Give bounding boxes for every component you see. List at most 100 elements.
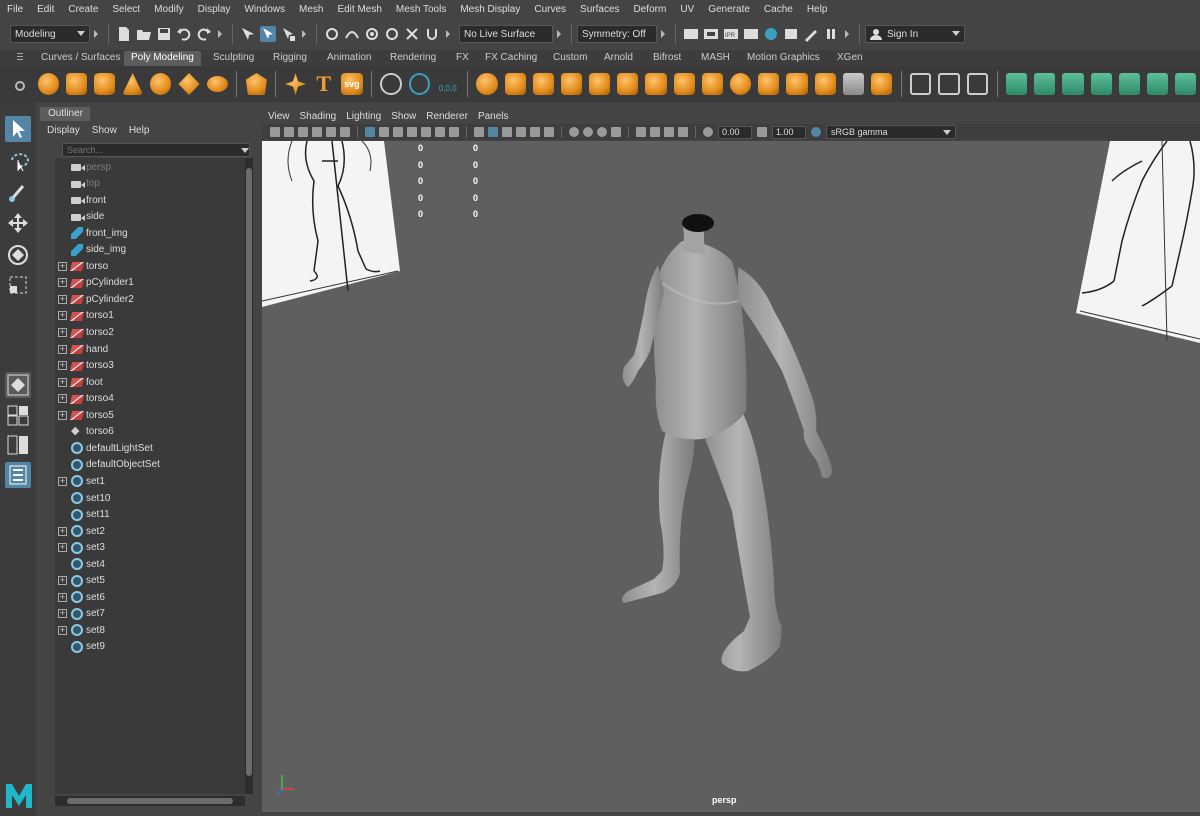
shelf-tab-curves-surfaces[interactable]: Curves / Surfaces bbox=[34, 51, 127, 66]
shelf-tab-arnold[interactable]: Arnold bbox=[597, 51, 640, 66]
outliner-item[interactable]: + set2 bbox=[55, 523, 245, 539]
separate-icon[interactable] bbox=[504, 73, 526, 95]
expand-icon[interactable]: + bbox=[58, 526, 67, 536]
grid-toggle-icon[interactable] bbox=[365, 127, 375, 137]
outliner-vertical-scrollbar[interactable] bbox=[245, 158, 253, 794]
outliner-item[interactable]: top bbox=[55, 176, 245, 192]
connect-icon[interactable] bbox=[966, 73, 989, 95]
collapse-toggle-icon[interactable] bbox=[556, 27, 563, 41]
shelf-tab-rigging[interactable]: Rigging bbox=[266, 51, 314, 66]
uv-automatic-icon[interactable] bbox=[1006, 73, 1028, 95]
collapse-toggle-icon[interactable] bbox=[445, 27, 452, 41]
smooth-shade-icon[interactable] bbox=[488, 127, 498, 137]
outliner-menu-display[interactable]: Display bbox=[47, 125, 80, 136]
color-management-icon[interactable] bbox=[811, 127, 821, 137]
outliner-horizontal-scrollbar[interactable] bbox=[55, 796, 245, 806]
outliner-menu-show[interactable]: Show bbox=[92, 125, 117, 136]
paint-select-tool-button[interactable] bbox=[5, 180, 31, 206]
menu-select[interactable]: Select bbox=[105, 4, 147, 15]
outliner-item[interactable]: torso6 bbox=[55, 424, 245, 440]
poly-cube-icon[interactable] bbox=[65, 73, 87, 95]
live-surface-field[interactable]: No Live Surface bbox=[459, 25, 553, 43]
snap-grid-icon[interactable] bbox=[324, 26, 340, 42]
menu-file[interactable]: File bbox=[0, 4, 30, 15]
expand-icon[interactable]: + bbox=[58, 261, 67, 271]
uv-editor-icon[interactable] bbox=[1175, 73, 1197, 95]
smooth-icon[interactable] bbox=[560, 73, 583, 95]
outliner-item[interactable]: side_img bbox=[55, 242, 245, 258]
collapse-toggle-icon[interactable] bbox=[844, 27, 851, 41]
open-scene-icon[interactable] bbox=[136, 26, 152, 42]
panel-menu-shading[interactable]: Shading bbox=[300, 111, 337, 122]
multisample-aa-icon[interactable] bbox=[597, 127, 607, 137]
outliner-layout-button[interactable] bbox=[5, 462, 31, 488]
search-dropdown-icon[interactable] bbox=[241, 148, 249, 153]
poly-cylinder-icon[interactable] bbox=[93, 73, 116, 95]
expand-icon[interactable]: + bbox=[58, 592, 67, 602]
poly-disc-icon[interactable] bbox=[206, 76, 228, 92]
outliner-item[interactable]: + torso2 bbox=[55, 325, 245, 341]
multi-cut-icon[interactable] bbox=[910, 73, 932, 95]
shelf-tab-mash[interactable]: MASH bbox=[694, 51, 737, 66]
panel-menu-renderer[interactable]: Renderer bbox=[426, 111, 468, 122]
safe-title-icon[interactable] bbox=[449, 127, 459, 137]
measure-icon[interactable] bbox=[380, 73, 402, 95]
menu-generate[interactable]: Generate bbox=[701, 4, 757, 15]
select-camera-icon[interactable] bbox=[270, 127, 280, 137]
shelf-tab-motion-graphics[interactable]: Motion Graphics bbox=[740, 51, 827, 66]
extract-icon[interactable] bbox=[532, 73, 554, 95]
gamma-field[interactable]: 1.00 bbox=[772, 125, 806, 139]
outliner-item[interactable]: set10 bbox=[55, 490, 245, 506]
shelf-menu-icon[interactable] bbox=[17, 53, 23, 54]
outliner-item[interactable]: defaultLightSet bbox=[55, 440, 245, 456]
outliner-item[interactable]: + torso4 bbox=[55, 391, 245, 407]
shelf-tab-custom[interactable]: Custom bbox=[546, 51, 594, 66]
select-tool-button[interactable] bbox=[5, 116, 31, 142]
shelf-tab-fx-caching[interactable]: FX Caching bbox=[478, 51, 544, 66]
panel-menu-show[interactable]: Show bbox=[391, 111, 416, 122]
bookmarks-icon[interactable] bbox=[298, 127, 308, 137]
lasso-tool-button[interactable] bbox=[5, 148, 31, 174]
snap-magnet-icon[interactable] bbox=[424, 26, 440, 42]
body-mesh[interactable] bbox=[621, 214, 832, 672]
poly-plane-icon[interactable] bbox=[178, 73, 200, 95]
film-gate-icon[interactable] bbox=[379, 127, 389, 137]
outliner-item[interactable]: + torso3 bbox=[55, 358, 245, 374]
side-image-plane[interactable] bbox=[1076, 141, 1200, 343]
outliner-item[interactable]: + foot bbox=[55, 374, 245, 390]
textured-icon[interactable] bbox=[516, 127, 526, 137]
outliner-item[interactable]: + set5 bbox=[55, 573, 245, 589]
redo-icon[interactable] bbox=[196, 26, 212, 42]
front-image-plane[interactable] bbox=[262, 141, 400, 307]
arnold-render-icon[interactable] bbox=[803, 26, 819, 42]
menu-deform[interactable]: Deform bbox=[627, 4, 674, 15]
render-settings-icon[interactable] bbox=[743, 26, 759, 42]
outliner-item[interactable]: + set8 bbox=[55, 622, 245, 638]
outliner-item[interactable]: + torso5 bbox=[55, 407, 245, 423]
extrude-icon[interactable] bbox=[786, 73, 808, 95]
symmetry-selector[interactable]: Symmetry: Off bbox=[577, 25, 657, 43]
expand-icon[interactable]: + bbox=[58, 576, 67, 586]
collapse-toggle-icon[interactable] bbox=[217, 27, 224, 41]
snap-live-icon[interactable] bbox=[404, 26, 420, 42]
single-perspective-layout-button[interactable] bbox=[5, 372, 31, 398]
resolution-gate-icon[interactable] bbox=[393, 127, 403, 137]
outliner-item[interactable]: + torso1 bbox=[55, 308, 245, 324]
expand-icon[interactable]: + bbox=[58, 476, 67, 486]
menu-modify[interactable]: Modify bbox=[147, 4, 190, 15]
uv-cylindrical-icon[interactable] bbox=[1062, 73, 1084, 95]
xray-joints-icon[interactable] bbox=[664, 127, 674, 137]
hypershade-icon[interactable] bbox=[763, 26, 779, 42]
wedge-icon[interactable] bbox=[870, 73, 893, 95]
svg-tool-icon[interactable]: svg bbox=[341, 73, 363, 95]
platonic-solid-icon[interactable] bbox=[245, 73, 267, 95]
scale-tool-button[interactable] bbox=[5, 272, 31, 298]
shadows-icon[interactable] bbox=[544, 127, 554, 137]
shelf-tab-sculpting[interactable]: Sculpting bbox=[206, 51, 261, 66]
poke-icon[interactable] bbox=[842, 73, 864, 95]
super-shape-icon[interactable] bbox=[284, 73, 307, 95]
save-scene-icon[interactable] bbox=[156, 26, 172, 42]
exposure-field[interactable]: 0.00 bbox=[718, 125, 752, 139]
outliner-item[interactable]: + set3 bbox=[55, 540, 245, 556]
shelf-tab-fx[interactable]: FX bbox=[449, 51, 476, 66]
